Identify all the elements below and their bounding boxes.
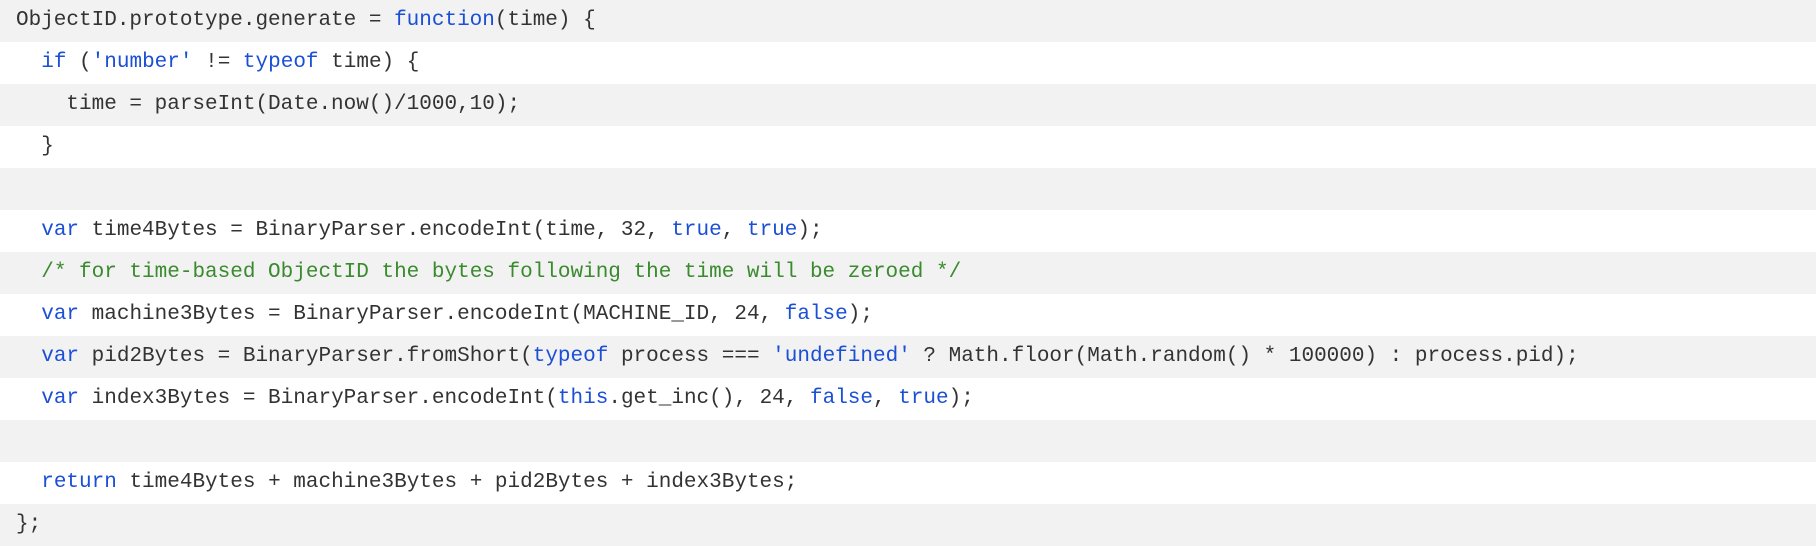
code-text: , — [721, 219, 747, 242]
code-keyword: false — [809, 387, 873, 410]
code-text: index3Bytes = BinaryParser.encodeInt( — [79, 387, 558, 410]
code-line: var machine3Bytes = BinaryParser.encodeI… — [0, 294, 1816, 336]
code-string: 'number' — [91, 51, 193, 74]
code-text: ObjectID.prototype.generate = — [16, 9, 395, 32]
code-string: 'undefined' — [772, 345, 911, 368]
code-line — [0, 420, 1816, 462]
code-text: time4Bytes + machine3Bytes + pid2Bytes +… — [116, 471, 798, 494]
code-text: ? Math.floor(Math.random() * 100000) : p… — [910, 345, 1579, 368]
code-text: process === — [608, 345, 773, 368]
code-text: machine3Bytes = BinaryParser.encodeInt(M… — [79, 303, 785, 326]
code-line: }; — [0, 504, 1816, 546]
code-block: ObjectID.prototype.generate = function(t… — [0, 0, 1816, 546]
code-line: /* for time-based ObjectID the bytes fol… — [0, 252, 1816, 294]
code-line: var index3Bytes = BinaryParser.encodeInt… — [0, 378, 1816, 420]
code-text: ); — [797, 219, 823, 242]
code-keyword: typeof — [532, 345, 609, 368]
code-comment: /* for time-based ObjectID the bytes fol… — [41, 261, 962, 284]
code-line: return time4Bytes + machine3Bytes + pid2… — [0, 462, 1816, 504]
code-line: ObjectID.prototype.generate = function(t… — [0, 0, 1816, 42]
code-text: , — [873, 387, 899, 410]
code-keyword: return — [41, 471, 117, 494]
code-text: ); — [948, 387, 974, 410]
code-text: time4Bytes = BinaryParser.encodeInt(time… — [79, 219, 672, 242]
code-line: } — [0, 126, 1816, 168]
code-text: pid2Bytes = BinaryParser.fromShort( — [79, 345, 533, 368]
code-text: } — [16, 135, 54, 158]
code-text: ); — [847, 303, 873, 326]
code-keyword: var — [41, 345, 80, 368]
code-line: var time4Bytes = BinaryParser.encodeInt(… — [0, 210, 1816, 252]
code-line: time = parseInt(Date.now()/1000,10); — [0, 84, 1816, 126]
code-keyword: typeof — [242, 51, 319, 74]
code-line: if ('number' != typeof time) { — [0, 42, 1816, 84]
code-text: .get_inc(), 24, — [608, 387, 810, 410]
code-keyword: true — [671, 219, 722, 242]
code-keyword: true — [746, 219, 798, 242]
code-text: (time) { — [494, 9, 596, 32]
code-keyword: true — [898, 387, 949, 410]
code-keyword: if — [41, 51, 67, 74]
code-text: time) { — [318, 51, 420, 74]
code-line: var pid2Bytes = BinaryParser.fromShort(t… — [0, 336, 1816, 378]
code-line — [0, 168, 1816, 210]
code-keyword: function — [394, 9, 495, 32]
code-text: != — [192, 51, 243, 74]
code-text: }; — [16, 513, 42, 536]
code-text: ( — [66, 51, 92, 74]
code-keyword: false — [784, 303, 848, 326]
code-keyword: var — [41, 219, 80, 242]
code-keyword: this — [557, 387, 609, 410]
code-keyword: var — [41, 387, 80, 410]
code-keyword: var — [41, 303, 80, 326]
code-text: time = parseInt(Date.now()/1000,10); — [16, 93, 521, 116]
